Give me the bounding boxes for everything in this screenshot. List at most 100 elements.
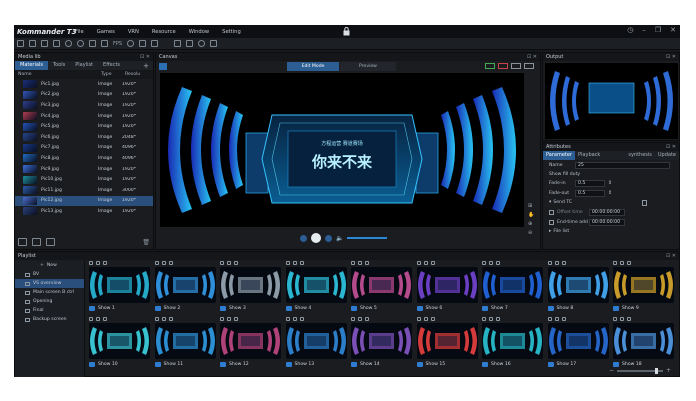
show-card[interactable]: Show 8 bbox=[546, 261, 610, 314]
restore-icon[interactable]: ❐ bbox=[655, 26, 661, 34]
col-name[interactable]: Name bbox=[18, 72, 101, 77]
lock-icon[interactable] bbox=[234, 261, 238, 265]
lock-icon[interactable] bbox=[496, 317, 500, 321]
close-icon[interactable]: ✕ bbox=[670, 26, 676, 34]
view-switch-icon[interactable] bbox=[511, 63, 521, 69]
edit-icon[interactable] bbox=[89, 317, 93, 321]
fps-label[interactable]: FPS bbox=[113, 41, 122, 47]
loop-icon[interactable] bbox=[227, 317, 231, 321]
view-switch-icon[interactable] bbox=[524, 63, 534, 69]
view-switch-icon[interactable] bbox=[485, 63, 495, 69]
screen-icon[interactable] bbox=[139, 40, 147, 47]
lock-icon[interactable] bbox=[343, 27, 350, 36]
hand-icon[interactable]: ✋ bbox=[528, 212, 534, 218]
new-file-icon[interactable] bbox=[17, 40, 24, 47]
send-tc-label[interactable]: Send TC bbox=[553, 200, 572, 205]
show-card[interactable]: Show 7 bbox=[480, 261, 544, 314]
menu-item-resource[interactable]: Resource bbox=[152, 29, 176, 35]
tab-edit-mode[interactable]: Edit Mode bbox=[287, 62, 339, 71]
edit-icon[interactable] bbox=[285, 317, 290, 321]
tab-materials[interactable]: Materials bbox=[15, 61, 48, 70]
show-card[interactable]: Show 14 bbox=[349, 317, 413, 370]
loop-icon[interactable] bbox=[554, 261, 559, 265]
loop-icon[interactable] bbox=[161, 317, 166, 321]
lock-icon[interactable] bbox=[299, 261, 304, 265]
menu-item-file[interactable]: File bbox=[75, 29, 84, 35]
zoom-in-icon[interactable]: + bbox=[666, 367, 671, 374]
show-card[interactable]: Show 9 bbox=[611, 261, 675, 314]
delete-icon[interactable]: 🗑 bbox=[142, 239, 150, 246]
playlist-tree-item[interactable]: VS overview bbox=[15, 279, 84, 288]
show-card[interactable]: Show 17 bbox=[546, 317, 610, 370]
show-card[interactable]: Show 5 bbox=[349, 261, 413, 314]
export-icon[interactable] bbox=[32, 238, 41, 246]
loop-icon[interactable] bbox=[620, 317, 624, 321]
zoom-slider[interactable] bbox=[616, 367, 663, 374]
lock-icon[interactable] bbox=[561, 261, 566, 265]
media-list-item[interactable]: Pic11.jpg Image 3000*1 bbox=[15, 185, 153, 196]
lock-icon[interactable] bbox=[430, 261, 435, 265]
panel-close-icon[interactable]: ⊡ ✕ bbox=[666, 144, 676, 150]
tab-update[interactable]: Update bbox=[655, 151, 679, 160]
stepper-icon[interactable]: ⇕ bbox=[608, 190, 612, 196]
canvas-viewport[interactable]: 方程运营 赛道赛场 你来不来 bbox=[160, 73, 524, 227]
edit-icon[interactable] bbox=[220, 317, 224, 321]
show-card[interactable]: Show 16 bbox=[480, 317, 544, 370]
show-card[interactable]: Show 2 bbox=[153, 261, 217, 314]
timer-icon[interactable] bbox=[77, 40, 84, 47]
offset-checkbox[interactable] bbox=[549, 209, 554, 215]
prev-icon[interactable] bbox=[300, 234, 307, 242]
loop-icon[interactable] bbox=[423, 317, 428, 321]
new-playlist-button[interactable]: + New bbox=[15, 261, 84, 270]
playlist-tree-item[interactable]: Final bbox=[15, 306, 84, 315]
stepper-icon[interactable]: ⇕ bbox=[608, 180, 612, 186]
network-icon[interactable] bbox=[198, 40, 206, 47]
loop-icon[interactable] bbox=[161, 261, 166, 265]
show-card[interactable]: Show 12 bbox=[218, 317, 282, 370]
edit-icon[interactable] bbox=[285, 261, 290, 265]
lock-icon[interactable] bbox=[365, 317, 369, 321]
endtc-input[interactable]: 00:00:00:00 bbox=[589, 218, 625, 226]
volume-icon[interactable]: 🔈 bbox=[336, 235, 343, 242]
tab-synthesis[interactable]: synthesis bbox=[625, 151, 655, 160]
settings-icon[interactable] bbox=[127, 40, 135, 47]
grid-view-icon[interactable] bbox=[159, 63, 167, 70]
loop-icon[interactable] bbox=[358, 317, 362, 321]
lock-icon[interactable] bbox=[103, 261, 107, 265]
sync-icon[interactable] bbox=[210, 40, 218, 47]
menu-item-window[interactable]: Window bbox=[189, 29, 209, 35]
show-card[interactable]: Show 1 bbox=[87, 261, 151, 314]
lock-icon[interactable] bbox=[430, 317, 435, 321]
col-resolution[interactable]: Resolu bbox=[125, 72, 140, 77]
edit-icon[interactable] bbox=[613, 317, 617, 321]
loop-icon[interactable] bbox=[358, 261, 362, 265]
lock-icon[interactable] bbox=[299, 317, 304, 321]
media-list-item[interactable]: Pic5.jpg Image 1920*1 bbox=[15, 121, 153, 132]
folder-icon[interactable] bbox=[46, 238, 55, 246]
panel-close-icon[interactable]: ⊡ ✕ bbox=[666, 253, 676, 259]
lock-icon[interactable] bbox=[561, 317, 566, 321]
media-list-item[interactable]: Pic7.jpg Image 4096*2 bbox=[15, 143, 153, 154]
fade-in-input[interactable]: 0.5 bbox=[575, 179, 605, 187]
loop-icon[interactable] bbox=[554, 317, 559, 321]
zoom-in-icon[interactable]: ⊕ bbox=[528, 221, 534, 227]
minimize-icon[interactable]: – bbox=[642, 26, 646, 34]
edit-icon[interactable] bbox=[547, 261, 552, 265]
playlist-tree-item[interactable]: BV bbox=[15, 270, 84, 279]
play-icon[interactable] bbox=[311, 233, 321, 243]
lock-icon[interactable] bbox=[168, 317, 173, 321]
add-tab-icon[interactable]: + bbox=[143, 62, 149, 70]
panel-close-icon[interactable]: ⊡ ✕ bbox=[140, 54, 150, 60]
media-list-item[interactable]: Pic6.jpg Image 2048*1 bbox=[15, 132, 153, 143]
lock-icon[interactable] bbox=[234, 317, 238, 321]
edit-icon[interactable] bbox=[482, 261, 486, 265]
loop-icon[interactable] bbox=[620, 261, 624, 265]
copy-icon[interactable] bbox=[642, 199, 648, 206]
loop-icon[interactable] bbox=[96, 317, 100, 321]
expand-icon[interactable]: ▸ bbox=[549, 229, 551, 234]
file-list-label[interactable]: File list bbox=[553, 229, 569, 234]
help-icon[interactable]: ◷ bbox=[627, 26, 633, 34]
media-list-item[interactable]: Pic9.jpg Image 1920*1 bbox=[15, 164, 153, 175]
tab-preview[interactable]: Preview bbox=[340, 62, 396, 71]
loop-icon[interactable] bbox=[292, 261, 297, 265]
